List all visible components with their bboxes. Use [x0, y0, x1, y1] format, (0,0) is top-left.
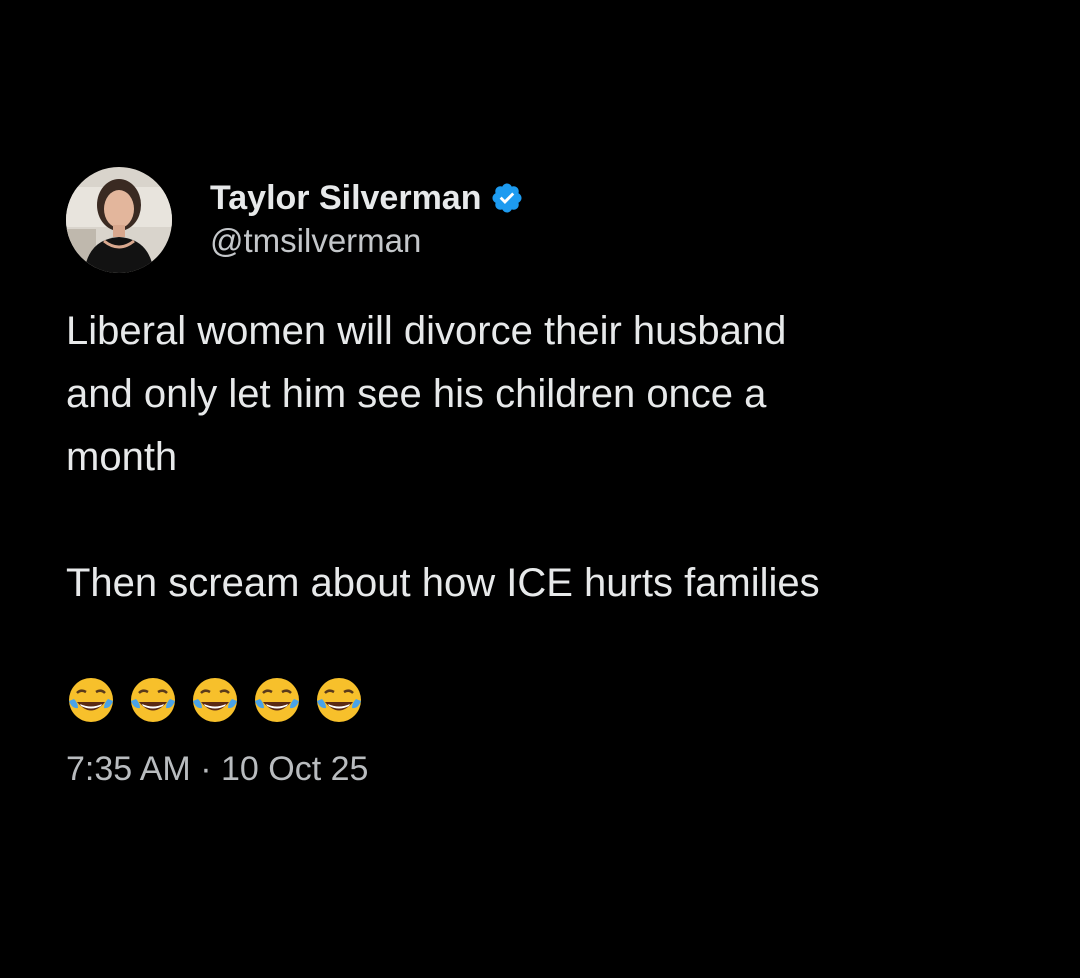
author-display-name[interactable]: Taylor Silverman: [210, 179, 482, 218]
tweet-header: Taylor Silverman @tmsilverman: [66, 166, 1026, 274]
timestamp-date: 10 Oct 25: [220, 750, 369, 788]
name-row: Taylor Silverman: [210, 176, 524, 220]
timestamp-time: 7:35 AM: [66, 750, 191, 788]
tweet-text-line: Then scream about how ICE hurts families: [66, 561, 820, 605]
author-names: Taylor Silverman @tmsilverman: [210, 176, 524, 260]
tweet-card: Taylor Silverman @tmsilverman Liberal wo…: [66, 166, 1026, 789]
avatar[interactable]: [66, 167, 172, 273]
verified-badge-icon: [490, 181, 524, 215]
tweet-timestamp[interactable]: 7:35 AM · 10 Oct 25: [66, 750, 1026, 789]
face-with-tears-of-joy-icon: [128, 675, 178, 725]
tweet-text-line: and only let him see his children once a: [66, 372, 767, 416]
tweet-text-line: month: [66, 435, 178, 479]
face-with-tears-of-joy-icon: [252, 675, 302, 725]
face-with-tears-of-joy-icon: [66, 675, 116, 725]
tweet-text: Liberal women will divorce their husband…: [66, 300, 1026, 615]
avatar-image: [66, 167, 172, 273]
tweet-text-line: Liberal women will divorce their husband: [66, 309, 787, 353]
timestamp-separator: ·: [200, 750, 212, 788]
face-with-tears-of-joy-icon: [314, 675, 364, 725]
author-handle[interactable]: @tmsilverman: [210, 222, 524, 260]
emoji-row: [66, 672, 1026, 728]
face-with-tears-of-joy-icon: [190, 675, 240, 725]
